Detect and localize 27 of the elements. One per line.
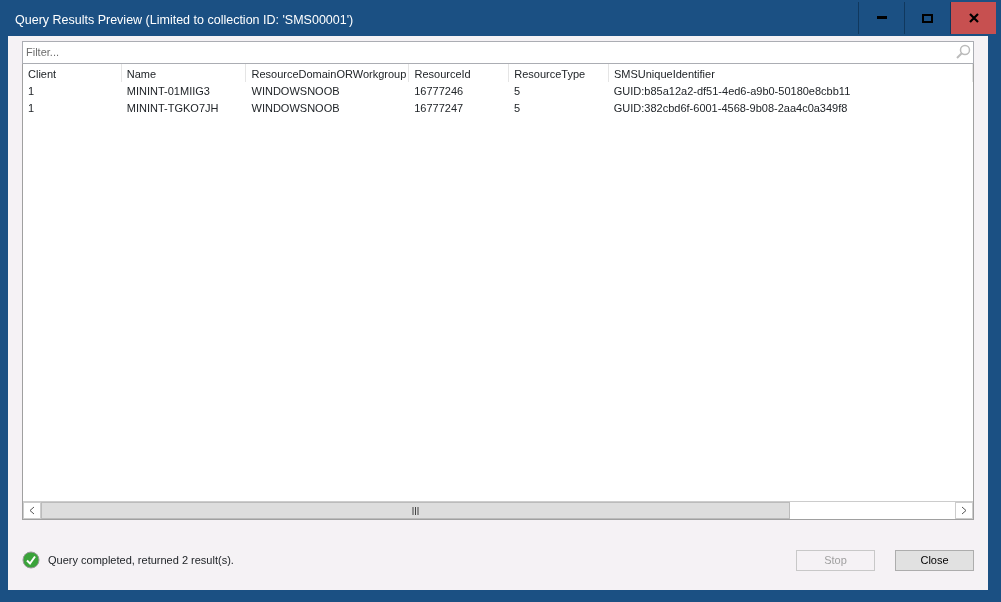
minimize-icon [876,16,887,20]
filter-field[interactable]: Filter... [22,41,974,64]
chevron-right-icon [961,506,967,515]
table-cell-text: 16777247 [413,101,465,116]
table-cell-text: WINDOWSNOOB [250,84,341,99]
maximize-icon [922,13,933,23]
close-button[interactable]: Close [895,549,974,571]
chevron-left-icon [29,506,35,515]
status-text: Query completed, returned 2 result(s). [48,552,235,568]
table-cell-text: 1 [27,84,36,99]
table-cell-text: GUID:382cbd6f-6001-4568-9b08-2aa4c0a349f8 [612,101,849,116]
table-cell-text: 5 [513,101,522,116]
success-check-icon [22,551,40,569]
grip-icon [412,506,420,515]
close-window-button[interactable] [950,2,996,34]
table-cell-text: WINDOWSNOOB [250,101,341,116]
table-cell-text: MININT-01MIIG3 [125,84,211,99]
window-title: Query Results Preview (Limited to collection ID: 'SMS00001') [14,12,355,29]
table-cell-text: MININT-TGKO7JH [125,101,220,116]
scroll-right-button[interactable] [955,502,973,519]
close-icon [968,13,979,23]
table-cell-text: 5 [513,84,522,99]
table-cell-text: 16777246 [413,84,465,99]
table-cell-text: 1 [27,101,36,116]
table-cell-text: GUID:b85a12a2-df51-4ed6-a9b0-50180e8cbb11 [612,84,852,99]
search-icon [955,44,971,60]
scroll-left-button[interactable] [23,502,41,519]
